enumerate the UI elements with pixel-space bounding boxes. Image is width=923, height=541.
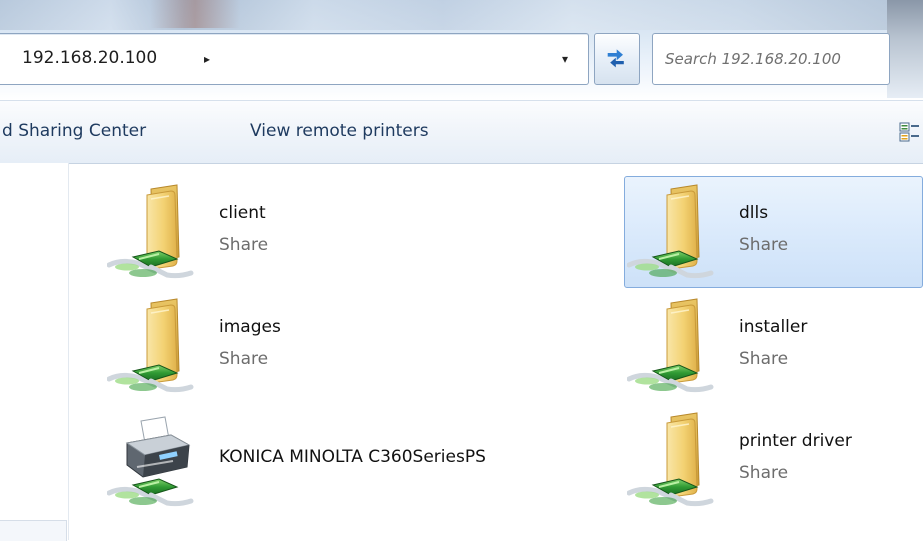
- address-breadcrumb-network-host[interactable]: 192.168.20.100: [22, 48, 157, 68]
- search-box[interactable]: [652, 33, 890, 85]
- item-name: dlls: [739, 203, 769, 223]
- view-remote-printers-button[interactable]: View remote printers: [250, 121, 429, 141]
- navigation-pane-scroll-area[interactable]: [0, 520, 67, 541]
- share-item-installer[interactable]: installer Share: [624, 290, 923, 402]
- network-folder-icon: [627, 409, 723, 511]
- item-name: installer: [739, 317, 808, 337]
- item-type: Share: [739, 235, 789, 255]
- search-input[interactable]: [663, 45, 889, 73]
- breadcrumb-chevron-right-icon[interactable]: ▸: [204, 52, 210, 66]
- item-type: Share: [739, 349, 789, 369]
- share-item-images[interactable]: images Share: [104, 290, 404, 402]
- item-type: Share: [219, 235, 269, 255]
- item-name: KONICA MINOLTA C360SeriesPS: [219, 447, 486, 467]
- share-item-client[interactable]: client Share: [104, 176, 404, 288]
- network-folder-icon: [627, 295, 723, 397]
- network-printer-icon: [107, 409, 203, 511]
- refresh-button[interactable]: [594, 33, 640, 85]
- window-frame-edge: [887, 0, 923, 98]
- navigation-pane[interactable]: [0, 163, 69, 540]
- item-name: client: [219, 203, 266, 223]
- printer-item-konica-minolta[interactable]: KONICA MINOLTA C360SeriesPS: [104, 404, 604, 516]
- item-type: Share: [219, 349, 269, 369]
- network-folder-icon: [107, 181, 203, 283]
- change-view-icon[interactable]: [898, 119, 923, 145]
- window-frame-reflection: [150, 0, 240, 28]
- network-folder-icon: [627, 181, 723, 283]
- network-and-sharing-center-button[interactable]: d Sharing Center: [2, 121, 146, 141]
- refresh-arrows-icon: [607, 49, 624, 68]
- address-toolbar: 192.168.20.100 ▸ ▾: [0, 0, 923, 100]
- share-item-dlls[interactable]: dlls Share: [624, 176, 923, 288]
- address-bar[interactable]: 192.168.20.100 ▸ ▾: [0, 33, 589, 85]
- address-history-dropdown-icon[interactable]: ▾: [562, 52, 568, 66]
- window-frame-glass: [0, 0, 923, 30]
- item-name: printer driver: [739, 431, 852, 451]
- command-bar: d Sharing Center View remote printers: [0, 100, 923, 164]
- item-name: images: [219, 317, 281, 337]
- item-type: Share: [739, 463, 789, 483]
- share-item-printer-driver[interactable]: printer driver Share: [624, 404, 923, 516]
- network-folder-icon: [107, 295, 203, 397]
